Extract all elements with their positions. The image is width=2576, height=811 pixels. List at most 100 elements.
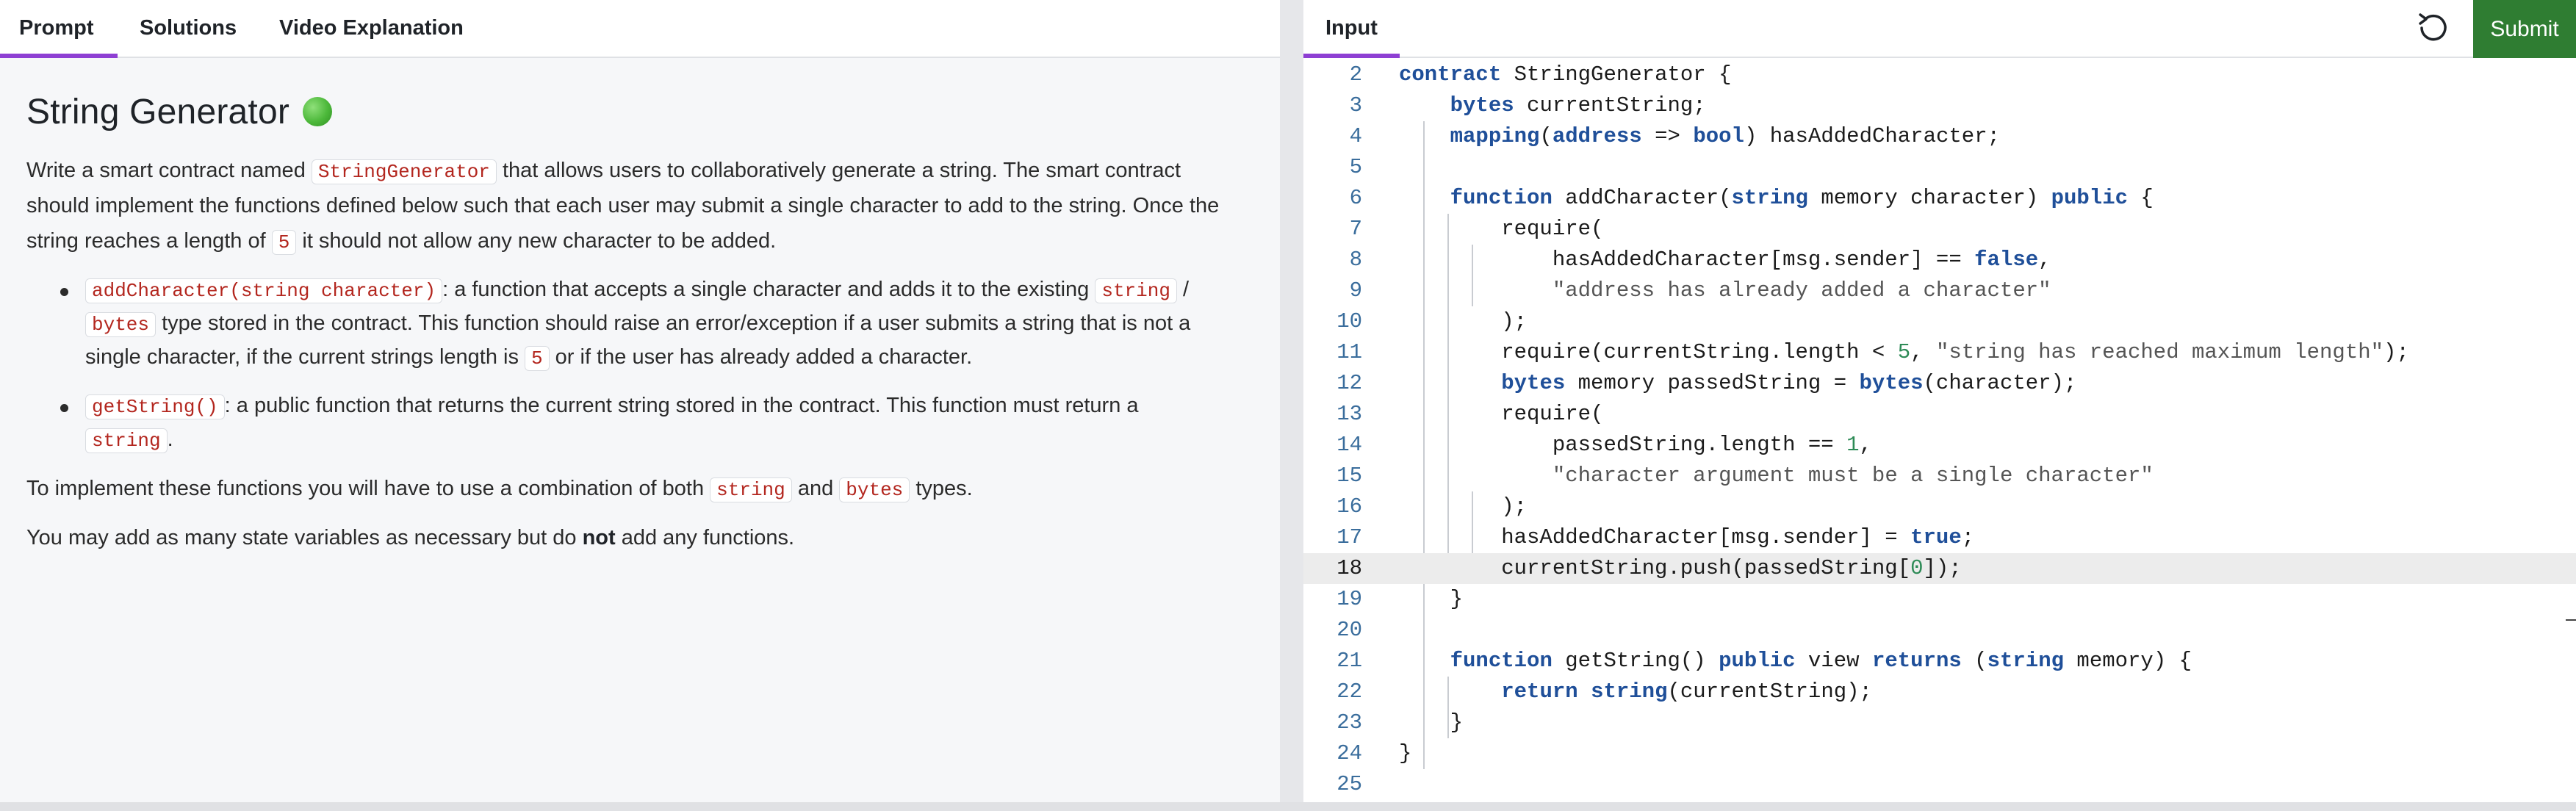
line-number: 22: [1336, 680, 1362, 704]
line-number: 10: [1336, 309, 1362, 334]
code-line: 7 require(: [1303, 214, 2576, 245]
code-text: function addCharacter(string memory char…: [1450, 186, 2154, 210]
code-line: 21 function getString() public view retu…: [1303, 646, 2576, 677]
code-text: require(: [1399, 402, 1604, 426]
code-text: contract StringGenerator {: [1399, 62, 1732, 87]
line-number: 18: [1336, 556, 1362, 580]
code-line: 11 require(currentString.length < 5, "st…: [1303, 337, 2576, 368]
code-line: 12 bytes memory passedString = bytes(cha…: [1303, 368, 2576, 399]
overview-ruler-marker: [2566, 619, 2576, 621]
tab-prompt[interactable]: Prompt: [0, 0, 118, 58]
bullet-icon: [60, 404, 68, 412]
tab-solutions[interactable]: Solutions: [120, 0, 256, 58]
text: add any functions.: [615, 526, 795, 549]
panel-divider[interactable]: [1280, 0, 1303, 811]
bullet-2-line-2: string.: [85, 423, 173, 458]
code-text: function getString() public view returns…: [1450, 649, 2192, 673]
code-line: 25: [1303, 769, 2576, 800]
code-line: 6 function addCharacter(string memory ch…: [1303, 183, 2576, 214]
line-number: 7: [1349, 217, 1362, 241]
code-text: }: [1399, 587, 1464, 611]
text: should implement the functions defined b…: [26, 194, 1220, 217]
text: string reaches a length of: [26, 229, 272, 253]
code-text: );: [1399, 494, 1528, 519]
text: .: [167, 428, 173, 451]
code-line: 23 }: [1303, 707, 2576, 738]
code-text: passedString.length == 1,: [1399, 433, 1872, 457]
text: type stored in the contract. This functi…: [156, 311, 1191, 335]
text: You may add as many state variables as n…: [26, 526, 583, 549]
code-text: require(: [1399, 217, 1604, 241]
text: that allows users to collaboratively gen…: [496, 159, 1181, 182]
line-number: 24: [1336, 741, 1362, 765]
line-number: 19: [1336, 587, 1362, 611]
inline-code: 5: [525, 346, 550, 371]
paragraph-3: You may add as many state variables as n…: [26, 521, 794, 555]
paragraph-1-line-3: string reaches a length of 5 it should n…: [26, 224, 776, 260]
inline-code: addCharacter(string character): [85, 278, 443, 303]
text: To implement these functions you will ha…: [26, 477, 710, 500]
code-text: currentString.push(passedString[0]);: [1399, 556, 1962, 580]
code-text: }: [1399, 741, 1412, 765]
line-number: 21: [1336, 649, 1362, 673]
inline-code: string: [710, 477, 792, 502]
code-text: );: [1399, 309, 1528, 334]
text: or if the user has already added a chara…: [549, 345, 973, 369]
bullet-1-line-1: addCharacter(string character): a functi…: [85, 273, 1189, 308]
code-text: hasAddedCharacter[msg.sender] == false,: [1399, 248, 2051, 272]
inline-code: bytes: [839, 477, 910, 502]
inline-code: 5: [271, 230, 297, 255]
line-number: 14: [1336, 433, 1362, 457]
code-text: "character argument must be a single cha…: [1552, 464, 2154, 488]
code-text: hasAddedCharacter[msg.sender] = true;: [1399, 525, 1975, 549]
line-number: 8: [1349, 248, 1362, 272]
bullet-2-line-1: getString(): a public function that retu…: [85, 389, 1139, 424]
code-text: bytes memory passedString = bytes(charac…: [1501, 371, 2077, 395]
code-text: "address has already added a character": [1552, 278, 2051, 303]
code-line: 13 require(: [1303, 399, 2576, 430]
code-editor[interactable]: 2 contract StringGenerator { 3 bytes curr…: [1303, 60, 2576, 802]
inline-code: string: [1095, 278, 1177, 303]
status-dot-icon: [303, 97, 333, 126]
line-number: 2: [1349, 62, 1362, 87]
text: : a function that accepts a single chara…: [442, 278, 1095, 301]
code-text: return string(currentString);: [1501, 680, 1872, 704]
bold-text: not: [582, 526, 616, 549]
paragraph-1-line-1: Write a smart contract named StringGener…: [26, 154, 1181, 190]
bullet-1-line-2: bytes type stored in the contract. This …: [85, 307, 1190, 342]
editor-header: Input Submit: [1303, 0, 2576, 58]
code-line: 22 return string(currentString);: [1303, 677, 2576, 707]
prompt-tabs: Prompt Solutions Video Explanation: [0, 0, 1280, 58]
paragraph-1-line-2: should implement the functions defined b…: [26, 189, 1219, 223]
tab-input[interactable]: Input: [1303, 0, 1400, 58]
code-text: bytes currentString;: [1450, 93, 1706, 118]
line-number: 20: [1336, 618, 1362, 642]
code-line: 2 contract StringGenerator {: [1303, 60, 2576, 90]
line-number: 16: [1336, 494, 1362, 519]
text: Write a smart contract named: [26, 159, 312, 182]
submit-button[interactable]: Submit: [2473, 0, 2576, 58]
tab-video-explanation[interactable]: Video Explanation: [260, 0, 483, 58]
code-line: 5: [1303, 152, 2576, 183]
code-line: 20: [1303, 615, 2576, 646]
code-line-current: 18 currentString.push(passedString[0]);: [1303, 553, 2576, 584]
code-line: 9 "address has already added a character…: [1303, 275, 2576, 306]
horizontal-scrollbar[interactable]: [0, 802, 2576, 811]
reset-icon[interactable]: [2413, 7, 2454, 48]
line-number: 4: [1349, 124, 1362, 148]
text: /: [1176, 278, 1190, 301]
line-number: 6: [1349, 186, 1362, 210]
inline-code: getString(): [85, 394, 225, 419]
line-number: 25: [1336, 772, 1362, 796]
inline-code: string: [85, 428, 168, 453]
inline-code: bytes: [85, 312, 156, 337]
title-row: String Generator: [26, 86, 333, 137]
text: : a public function that returns the cur…: [224, 394, 1139, 417]
code-line: 3 bytes currentString;: [1303, 90, 2576, 121]
editor-panel: Input Submit 2 contract StringGenerator {…: [1303, 0, 2576, 802]
code-text: require(currentString.length < 5, "strin…: [1399, 340, 2409, 364]
inline-code: StringGenerator: [311, 159, 497, 184]
code-text: }: [1399, 710, 1464, 735]
text: single character, if the current strings…: [85, 345, 525, 369]
code-line: 16 );: [1303, 491, 2576, 522]
